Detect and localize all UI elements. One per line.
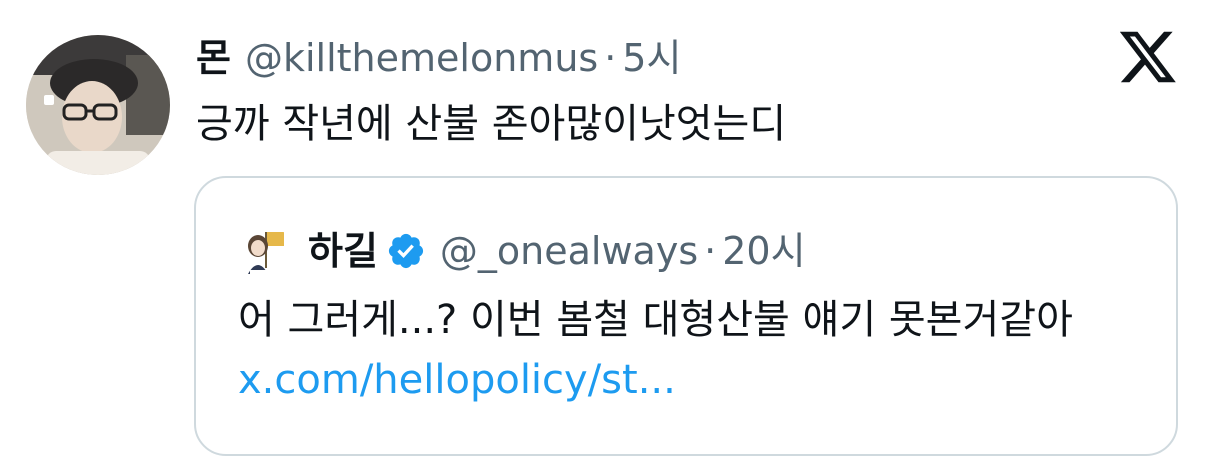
x-logo-icon[interactable] — [1120, 31, 1176, 83]
avatar-photo — [26, 35, 170, 175]
x-logo-glyph — [1120, 31, 1176, 83]
quoted-display-name[interactable]: 하길 — [308, 226, 378, 276]
separator-dot: · — [604, 36, 617, 80]
quoted-separator-dot: · — [704, 229, 717, 273]
quoted-avatar-illustration — [236, 224, 292, 280]
timestamp[interactable]: 5시 — [622, 34, 681, 82]
quoted-timestamp[interactable]: 20시 — [722, 226, 805, 276]
verified-badge-icon — [386, 231, 426, 271]
quoted-tweet-card[interactable]: 하길 @_onealways · 20시 어 그러게...? 이번 봄철 대형산… — [194, 176, 1178, 456]
quoted-tweet-header: 하길 @_onealways · 20시 — [308, 226, 806, 276]
quoted-user-avatar[interactable] — [236, 224, 292, 280]
tweet-header: 몬 @killthemelonmus · 5시 — [196, 34, 681, 82]
user-handle[interactable]: @killthemelonmus — [245, 34, 598, 82]
tweet-text: 긍까 작년에 산불 존아많이낫엇는디 — [196, 101, 787, 147]
tweet: 몬 @killthemelonmus · 5시 긍까 작년에 산불 존아많이낫엇… — [0, 0, 1206, 463]
quoted-tweet-text: 어 그러게...? 이번 봄철 대형산불 얘기 못본거같아 x.com/hell… — [238, 290, 1158, 410]
quoted-text-body: 어 그러게...? 이번 봄철 대형산불 얘기 못본거같아 — [238, 297, 1073, 343]
verified-badge-glyph — [388, 233, 424, 269]
quoted-user-handle[interactable]: @_onealways — [440, 226, 698, 276]
display-name[interactable]: 몬 — [196, 34, 231, 82]
quoted-tweet-link[interactable]: x.com/hellopolicy/st... — [238, 357, 676, 403]
user-avatar[interactable] — [26, 35, 170, 175]
